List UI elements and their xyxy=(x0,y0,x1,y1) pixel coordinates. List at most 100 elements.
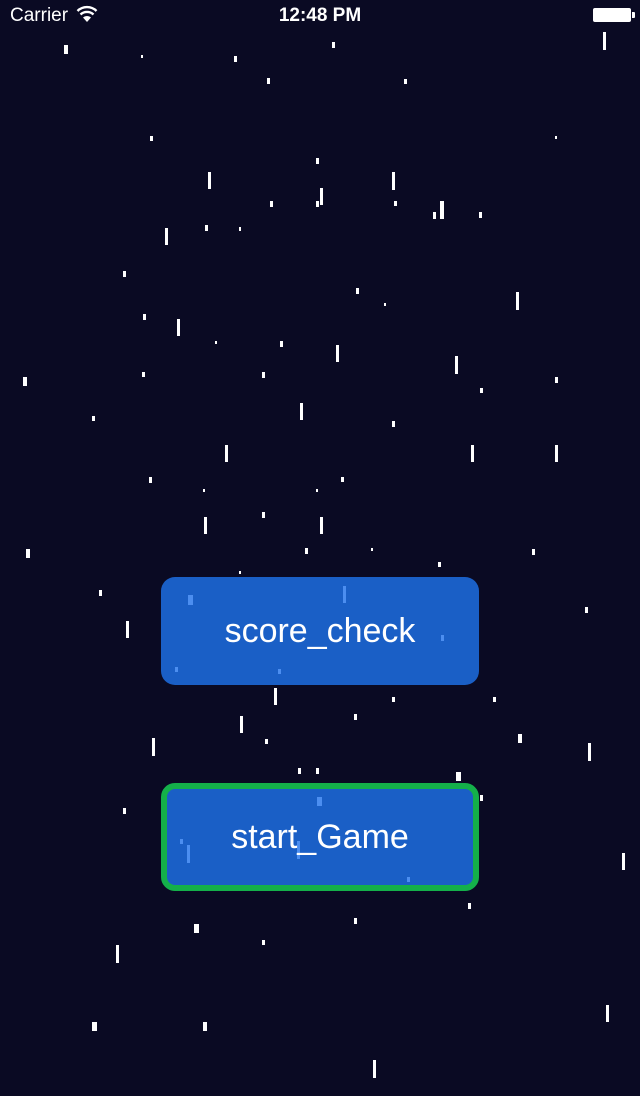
star xyxy=(262,372,265,378)
star xyxy=(456,772,461,781)
star xyxy=(215,341,217,344)
star xyxy=(92,1022,97,1031)
starfield xyxy=(23,32,625,1078)
star-glint xyxy=(180,839,183,844)
star xyxy=(392,421,395,427)
star xyxy=(392,697,395,702)
star xyxy=(320,188,323,205)
star xyxy=(274,688,277,705)
star xyxy=(371,548,373,551)
star xyxy=(585,607,588,613)
star xyxy=(142,372,145,377)
star xyxy=(262,512,265,518)
star-glint xyxy=(343,586,346,603)
star xyxy=(152,738,155,756)
star xyxy=(356,288,359,294)
star xyxy=(354,714,357,720)
star xyxy=(64,45,68,54)
start-game-label: start_Game xyxy=(231,817,409,856)
star xyxy=(433,212,436,219)
star-glint xyxy=(278,669,281,674)
star xyxy=(479,212,482,218)
star xyxy=(555,445,558,462)
star xyxy=(203,1022,207,1031)
star xyxy=(165,228,168,245)
star xyxy=(149,477,152,483)
star xyxy=(150,136,153,141)
star xyxy=(141,55,143,58)
star xyxy=(280,341,283,347)
star xyxy=(26,549,30,558)
star xyxy=(455,356,458,374)
star-glint xyxy=(188,595,193,605)
star xyxy=(588,743,591,761)
status-bar: Carrier 12:48 PM xyxy=(0,0,640,32)
star-glint xyxy=(317,797,322,806)
star xyxy=(99,590,102,596)
star xyxy=(123,808,126,814)
clock: 12:48 PM xyxy=(278,5,362,26)
game-menu-screen: Carrier 12:48 PM score_check start_Game xyxy=(0,0,640,1096)
star xyxy=(298,768,301,774)
star xyxy=(143,314,146,320)
star xyxy=(332,42,335,48)
star xyxy=(267,78,270,84)
star xyxy=(603,32,606,50)
star xyxy=(493,697,496,702)
star xyxy=(239,227,241,231)
star-glint xyxy=(187,845,190,863)
star xyxy=(177,319,180,336)
star xyxy=(300,403,303,420)
star xyxy=(341,477,344,482)
star xyxy=(205,225,208,231)
start-game-button[interactable]: start_Game xyxy=(161,783,479,891)
star xyxy=(316,489,318,492)
star xyxy=(354,918,357,924)
score-check-label: score_check xyxy=(224,611,416,650)
star xyxy=(622,853,625,870)
star xyxy=(234,56,237,62)
star xyxy=(468,903,471,909)
star xyxy=(194,924,199,933)
star xyxy=(440,201,444,219)
star xyxy=(126,621,129,638)
score-check-button[interactable]: score_check xyxy=(161,577,479,685)
star xyxy=(336,345,339,362)
star xyxy=(203,489,205,492)
battery-tip xyxy=(632,12,635,18)
battery-icon xyxy=(593,8,631,22)
star xyxy=(384,303,386,306)
star-glint xyxy=(407,877,410,882)
star xyxy=(204,517,207,534)
star xyxy=(208,172,211,189)
star xyxy=(305,548,308,554)
star xyxy=(265,739,268,744)
star xyxy=(320,517,323,534)
star xyxy=(123,271,126,277)
star xyxy=(262,940,265,945)
star xyxy=(555,377,558,383)
star xyxy=(392,172,395,190)
star xyxy=(116,945,119,963)
star xyxy=(518,734,522,743)
star xyxy=(92,416,95,421)
star xyxy=(316,158,319,164)
star xyxy=(532,549,535,555)
star xyxy=(240,716,243,733)
star xyxy=(239,571,241,574)
star xyxy=(516,292,519,310)
star xyxy=(316,768,319,774)
star xyxy=(471,445,474,462)
star xyxy=(23,377,27,386)
star xyxy=(373,1060,376,1078)
star-glint xyxy=(441,635,444,641)
star xyxy=(225,445,228,462)
star xyxy=(438,562,441,567)
star-glint xyxy=(175,667,178,672)
star xyxy=(480,388,483,393)
star xyxy=(404,79,407,84)
star xyxy=(555,136,557,139)
star xyxy=(270,201,273,207)
star xyxy=(394,201,397,206)
star xyxy=(316,201,319,207)
